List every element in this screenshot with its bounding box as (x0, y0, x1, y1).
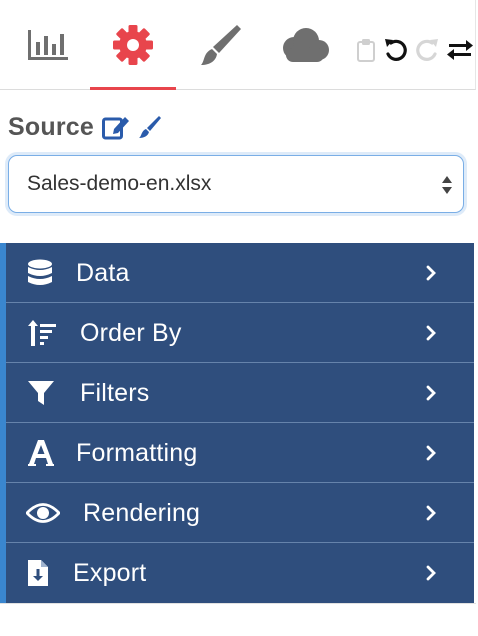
menu-item-label: Order By (80, 319, 182, 347)
gear-icon (113, 25, 153, 65)
chevron-right-icon (426, 325, 436, 341)
clipboard-button[interactable] (354, 34, 378, 66)
tab-settings[interactable] (90, 0, 176, 90)
source-title: Source (8, 112, 94, 141)
menu-item-filters[interactable]: Filters (6, 363, 474, 423)
bar-chart-icon (28, 30, 68, 60)
chevron-right-icon (426, 505, 436, 521)
menu-item-export[interactable]: Export (6, 543, 474, 603)
menu-item-label: Data (76, 259, 130, 287)
redo-icon (416, 39, 438, 61)
select-caret-icon (442, 176, 452, 194)
menu-item-formatting[interactable]: Formatting (6, 423, 474, 483)
settings-menu: Data Order By Filters Formatting Renderi… (0, 243, 474, 603)
menu-item-label: Filters (80, 379, 150, 407)
clipboard-icon (357, 39, 375, 62)
menu-item-rendering[interactable]: Rendering (6, 483, 474, 543)
paint-brush-icon (138, 116, 161, 138)
chevron-right-icon (426, 565, 436, 581)
tab-style[interactable] (184, 0, 254, 90)
redo-button[interactable] (412, 34, 442, 66)
tab-charts[interactable] (16, 0, 80, 90)
menu-item-label: Export (73, 559, 147, 587)
chevron-right-icon (426, 445, 436, 461)
paint-brush-icon (201, 25, 241, 65)
source-file-select[interactable]: Sales-demo-en.xlsx (8, 155, 464, 213)
top-tab-bar (0, 0, 476, 90)
swap-icon (447, 40, 473, 60)
edit-source-button[interactable] (101, 114, 130, 140)
undo-button[interactable] (380, 34, 412, 66)
menu-item-order-by[interactable]: Order By (6, 303, 474, 363)
divider (0, 603, 476, 604)
source-header: Source (8, 112, 162, 142)
database-icon (28, 243, 52, 303)
edit-icon (101, 117, 129, 140)
swap-button[interactable] (444, 34, 476, 66)
font-icon (28, 423, 54, 483)
sort-icon (28, 303, 58, 363)
style-source-button[interactable] (138, 115, 162, 139)
menu-item-data[interactable]: Data (6, 243, 474, 303)
filter-icon (28, 363, 54, 423)
menu-item-label: Formatting (76, 439, 198, 467)
cloud-icon (283, 28, 329, 62)
tab-cloud[interactable] (266, 0, 342, 90)
source-file-value: Sales-demo-en.xlsx (27, 172, 212, 195)
menu-item-label: Rendering (83, 499, 201, 527)
eye-icon (26, 483, 60, 543)
file-export-icon (28, 543, 48, 603)
chevron-right-icon (426, 385, 436, 401)
undo-icon (385, 39, 407, 61)
chevron-right-icon (426, 265, 436, 281)
